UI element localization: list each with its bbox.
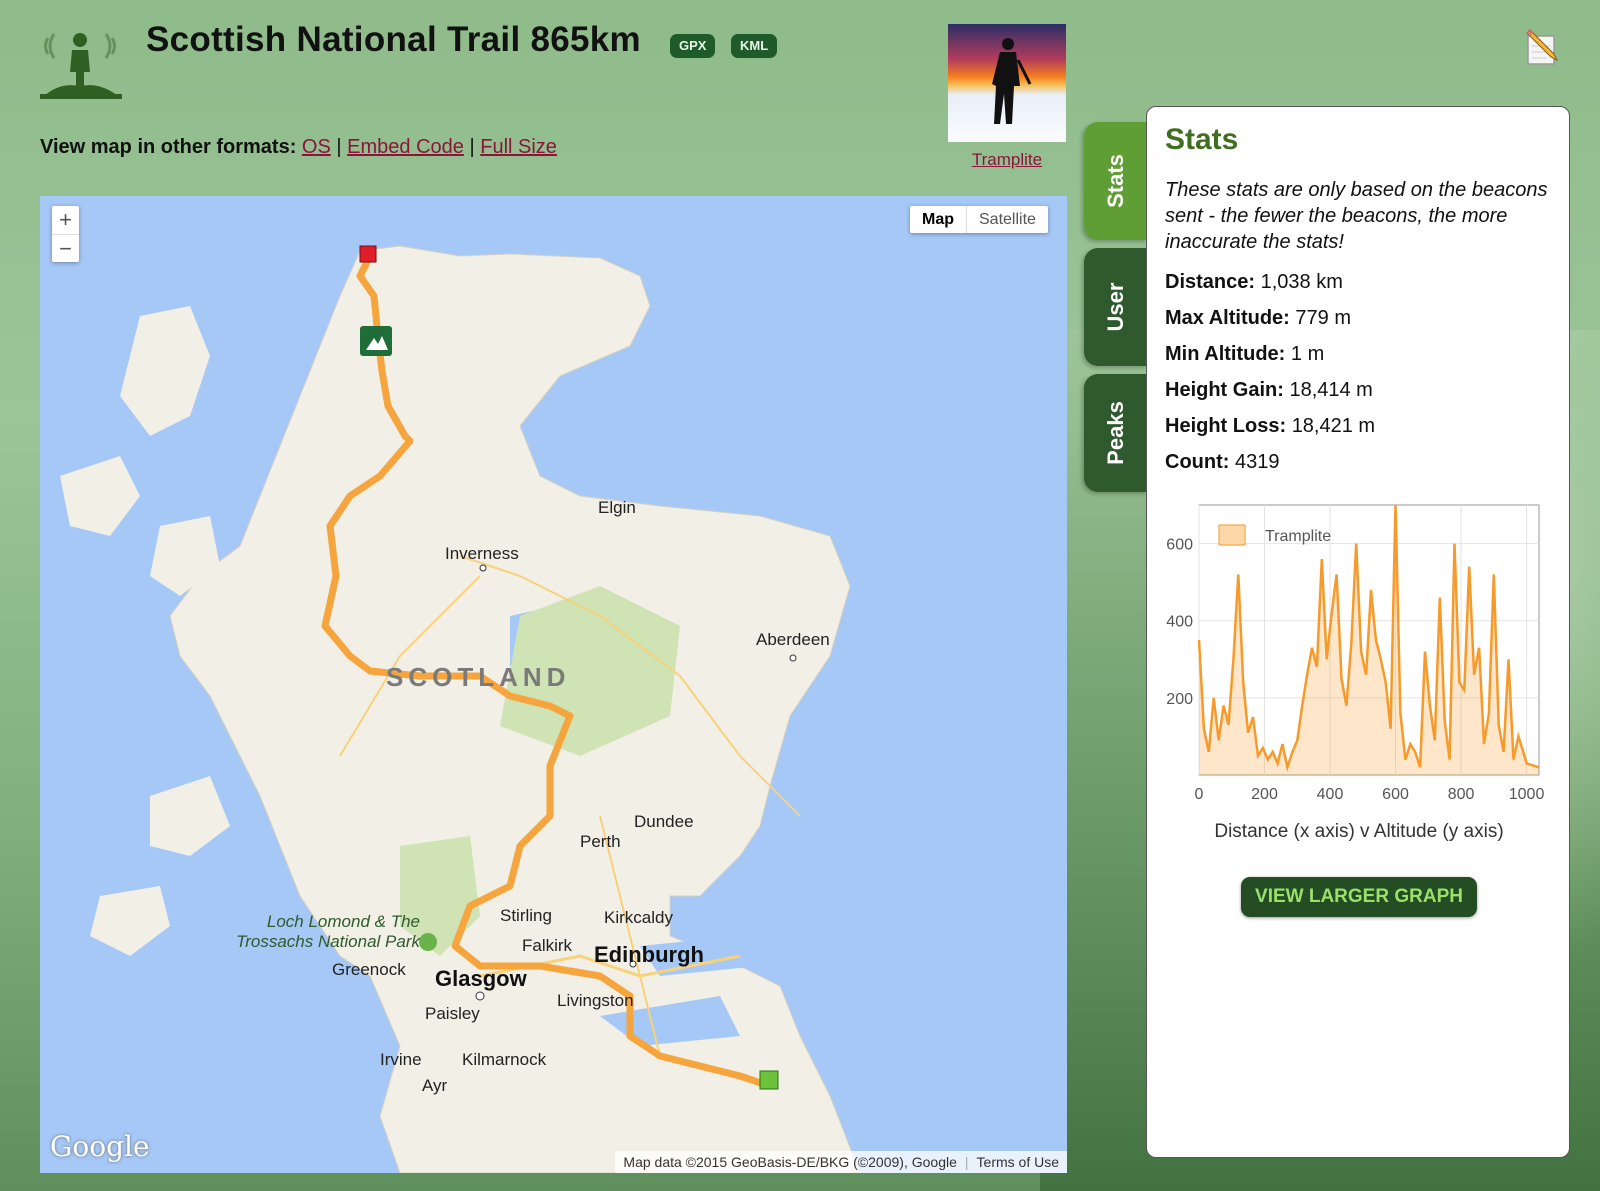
hiker-silhouette-icon bbox=[992, 38, 1032, 124]
stat-height-gain: Height Gain: 18,414 m bbox=[1165, 379, 1373, 402]
google-logo: Google bbox=[50, 1130, 150, 1163]
label-kilmarnock: Kilmarnock bbox=[462, 1050, 547, 1069]
stat-count: Count: 4319 bbox=[1165, 451, 1279, 474]
full-size-link[interactable]: Full Size bbox=[480, 136, 557, 158]
stat-label: Distance: bbox=[1165, 271, 1256, 293]
zoom-in-button[interactable]: + bbox=[52, 206, 79, 234]
label-falkirk: Falkirk bbox=[522, 936, 573, 955]
label-livingston: Livingston bbox=[557, 991, 634, 1010]
x-axis-title: Distance (x axis) v Altitude (y axis) bbox=[1214, 821, 1503, 842]
label-greenock: Greenock bbox=[332, 960, 406, 979]
label-ayr: Ayr bbox=[422, 1076, 448, 1095]
map-type-toggle: Map Satellite bbox=[910, 206, 1048, 233]
label-aberdeen: Aberdeen bbox=[756, 630, 830, 649]
label-paisley: Paisley bbox=[425, 1004, 480, 1023]
stat-min-altitude: Min Altitude: 1 m bbox=[1165, 343, 1324, 366]
x-tick-label: 0 bbox=[1195, 786, 1204, 803]
page-title: Scottish National Trail 865km bbox=[146, 20, 641, 59]
stats-heading: Stats bbox=[1165, 123, 1239, 156]
legend-swatch bbox=[1218, 524, 1246, 546]
stat-label: Min Altitude: bbox=[1165, 343, 1286, 365]
label-stirling: Stirling bbox=[500, 906, 552, 925]
x-tick-label: 600 bbox=[1382, 786, 1409, 803]
separator: | bbox=[336, 136, 342, 158]
tab-peaks-label: Peaks bbox=[1103, 401, 1128, 465]
tab-user-label: User bbox=[1103, 282, 1128, 332]
stat-value: 18,421 m bbox=[1291, 415, 1376, 437]
stat-height-loss: Height Loss: 18,421 m bbox=[1165, 415, 1375, 438]
y-tick-label: 400 bbox=[1166, 614, 1193, 631]
stat-distance: Distance: 1,038 km bbox=[1165, 271, 1343, 294]
label-park: Loch Lomond & The Trossachs National Par… bbox=[230, 912, 420, 952]
stat-label: Count: bbox=[1165, 451, 1230, 473]
attribution-text: Map data ©2015 GeoBasis-DE/BKG (©2009), … bbox=[623, 1154, 957, 1170]
stat-label: Height Loss: bbox=[1165, 415, 1287, 437]
edit-pencil-icon[interactable] bbox=[1524, 26, 1560, 66]
x-tick-label: 800 bbox=[1448, 786, 1475, 803]
label-elgin: Elgin bbox=[598, 498, 636, 517]
stat-value: 18,414 m bbox=[1289, 379, 1373, 401]
label-scotland: SCOTLAND bbox=[386, 662, 571, 692]
zoom-out-button[interactable]: − bbox=[52, 234, 79, 263]
park-icon bbox=[419, 933, 437, 951]
terms-link[interactable]: Terms of Use bbox=[977, 1154, 1059, 1170]
route-start-marker bbox=[759, 1070, 779, 1090]
user-name-link[interactable]: Tramplite bbox=[948, 150, 1066, 170]
map-formats: View map in other formats: OS | Embed Co… bbox=[40, 136, 557, 159]
label-park-line1: Loch Lomond & The bbox=[266, 912, 420, 931]
altitude-chart: 200 400 600 0 200 400 600 800 1000 Tramplite Di… bbox=[1166, 504, 1545, 842]
os-link[interactable]: OS bbox=[302, 136, 331, 158]
label-edinburgh: Edinburgh bbox=[594, 942, 704, 967]
x-tick-label: 1000 bbox=[1509, 786, 1545, 803]
tab-stats[interactable]: Stats bbox=[1084, 122, 1148, 240]
stat-value: 1 m bbox=[1290, 343, 1325, 365]
route-map[interactable]: + − Map Satellite SCOTLAND Elgin Inverne… bbox=[40, 196, 1067, 1173]
label-dundee: Dundee bbox=[634, 812, 694, 831]
x-tick-label: 200 bbox=[1251, 786, 1278, 803]
map-attribution: Map data ©2015 GeoBasis-DE/BKG (©2009), … bbox=[615, 1151, 1067, 1173]
gpx-badge[interactable]: GPX bbox=[670, 34, 716, 58]
stat-value: 4319 bbox=[1234, 451, 1280, 473]
label-park-line2: Trossachs National Park bbox=[236, 932, 420, 951]
stat-value: 1,038 km bbox=[1260, 271, 1343, 293]
tab-peaks[interactable]: Peaks bbox=[1084, 374, 1148, 492]
formats-label: View map in other formats: bbox=[40, 136, 297, 158]
tab-user[interactable]: User bbox=[1084, 248, 1148, 366]
legend-label: Tramplite bbox=[1265, 528, 1331, 545]
y-tick-label: 600 bbox=[1166, 537, 1193, 554]
kml-badge[interactable]: KML bbox=[731, 34, 778, 58]
route-end-marker bbox=[359, 245, 377, 263]
label-glasgow: Glasgow bbox=[435, 966, 527, 991]
embed-code-link[interactable]: Embed Code bbox=[347, 136, 464, 158]
stats-panel: Stats These stats are only based on the … bbox=[1146, 106, 1570, 1158]
tab-stats-label: Stats bbox=[1103, 154, 1128, 208]
map-type-satellite[interactable]: Satellite bbox=[967, 206, 1048, 233]
label-kirkcaldy: Kirkcaldy bbox=[604, 908, 673, 927]
label-irvine: Irvine bbox=[380, 1050, 422, 1069]
y-tick-label: 200 bbox=[1166, 691, 1193, 708]
map-type-map[interactable]: Map bbox=[910, 206, 967, 233]
walker-logo-icon bbox=[40, 33, 122, 99]
x-tick-label: 400 bbox=[1317, 786, 1344, 803]
user-thumbnail[interactable] bbox=[948, 24, 1066, 142]
stat-max-altitude: Max Altitude: 779 m bbox=[1165, 307, 1351, 330]
stat-label: Height Gain: bbox=[1165, 379, 1284, 401]
zoom-controls: + − bbox=[52, 206, 79, 262]
stat-value: 779 m bbox=[1295, 307, 1351, 329]
view-larger-graph-button[interactable]: VIEW LARGER GRAPH bbox=[1241, 877, 1477, 917]
label-perth: Perth bbox=[580, 832, 621, 851]
stat-label: Max Altitude: bbox=[1165, 307, 1290, 329]
separator: | bbox=[469, 136, 475, 158]
label-inverness: Inverness bbox=[445, 544, 519, 563]
stats-note: These stats are only based on the beacon… bbox=[1165, 179, 1548, 253]
